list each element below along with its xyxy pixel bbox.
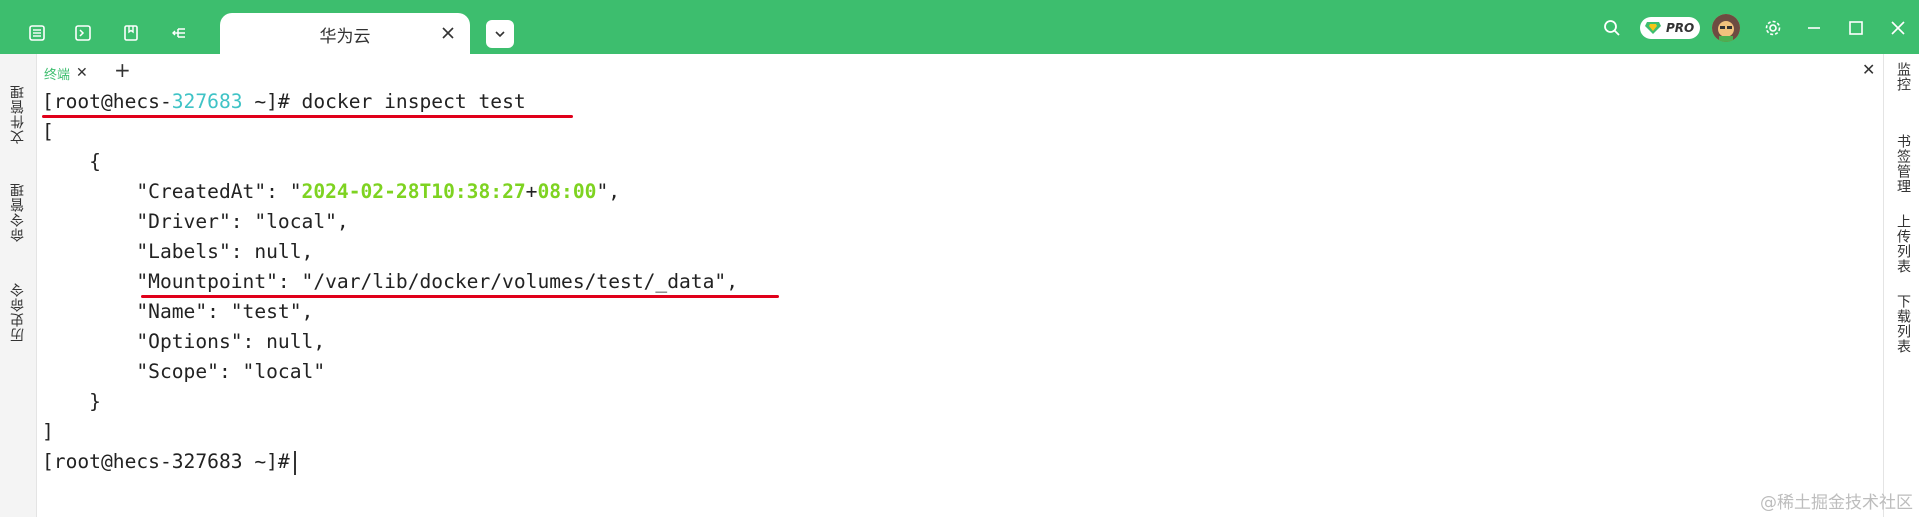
final-prompt: [root@hecs-327683 ~]# (42, 450, 290, 473)
session-tab[interactable]: 华为云 (220, 13, 470, 54)
terminal-line: } (42, 390, 101, 413)
add-tab-button[interactable]: + (114, 58, 131, 82)
chevron-down-icon (495, 31, 505, 38)
terminal-line: [ (42, 120, 54, 143)
session-tab-title: 华为云 (319, 27, 371, 47)
terminal-line: "Mountpoint": "/var/lib/docker/volumes/t… (42, 270, 738, 293)
sidebar-item-monitor[interactable]: 监控 (1893, 62, 1913, 92)
terminal-line: "CreatedAt": "2024-02-28T10:38:27+08:00"… (42, 180, 621, 203)
bookmark-icon[interactable] (118, 20, 144, 46)
terminal-line: [root@hecs-327683 ~]# (42, 448, 296, 476)
terminal-line: "Scope": "local" (42, 360, 326, 383)
terminal-output[interactable]: [root@hecs-327683 ~]# docker inspect tes… (42, 88, 1872, 498)
avatar[interactable] (1712, 14, 1740, 42)
sidebar-item-uploads[interactable]: 上传列表 (1893, 214, 1913, 274)
list-icon[interactable] (24, 20, 50, 46)
terminal-line: ] (42, 420, 54, 443)
pro-badge[interactable]: PRO (1640, 17, 1700, 39)
terminal-line: "Options": null, (42, 330, 326, 353)
text-cursor (293, 450, 296, 475)
diamond-icon (1645, 22, 1661, 34)
sidebar-item-history[interactable]: 历史命令 (8, 282, 28, 342)
terminal-tab[interactable]: 终端 ✕ (44, 62, 88, 84)
gear-icon[interactable] (1762, 14, 1784, 42)
sidebar-item-files[interactable]: 文件管理 (8, 84, 28, 144)
terminal-line: "Driver": "local", (42, 210, 349, 233)
sidebar-item-commands[interactable]: 命令管理 (8, 182, 28, 242)
pro-label: PRO (1666, 21, 1695, 35)
close-icon[interactable]: ✕ (76, 65, 88, 81)
terminal-line: "Name": "test", (42, 300, 314, 323)
close-icon[interactable] (438, 23, 458, 43)
terminal-tab-label: 终端 (44, 67, 71, 83)
search-icon[interactable] (1600, 14, 1624, 42)
sidebar-item-bookmarks[interactable]: 书签管理 (1893, 134, 1913, 194)
terminal-line: { (42, 150, 101, 173)
left-sidebar: 文件管理 命令管理 历史命令 (0, 54, 37, 517)
red-underline (42, 115, 573, 118)
tree-icon[interactable] (166, 20, 192, 46)
tabs-dropdown-button[interactable] (486, 20, 514, 48)
watermark: @稀土掘金技术社区 (1760, 493, 1913, 513)
maximize-icon[interactable] (1845, 14, 1867, 42)
terminal-line: [root@hecs-327683 ~]# docker inspect tes… (42, 90, 526, 113)
terminal-icon[interactable] (70, 20, 96, 46)
minimize-icon[interactable] (1803, 14, 1825, 42)
sidebar-item-downloads[interactable]: 下载列表 (1893, 294, 1913, 354)
command-text: docker inspect test (301, 90, 526, 113)
close-panel-icon[interactable]: ✕ (1862, 60, 1875, 79)
terminal-line: "Labels": null, (42, 240, 314, 263)
right-sidebar: 监控 书签管理 上传列表 下载列表 (1883, 54, 1919, 517)
close-window-icon[interactable] (1887, 14, 1909, 42)
title-bar: 华为云 PRO (0, 0, 1919, 54)
